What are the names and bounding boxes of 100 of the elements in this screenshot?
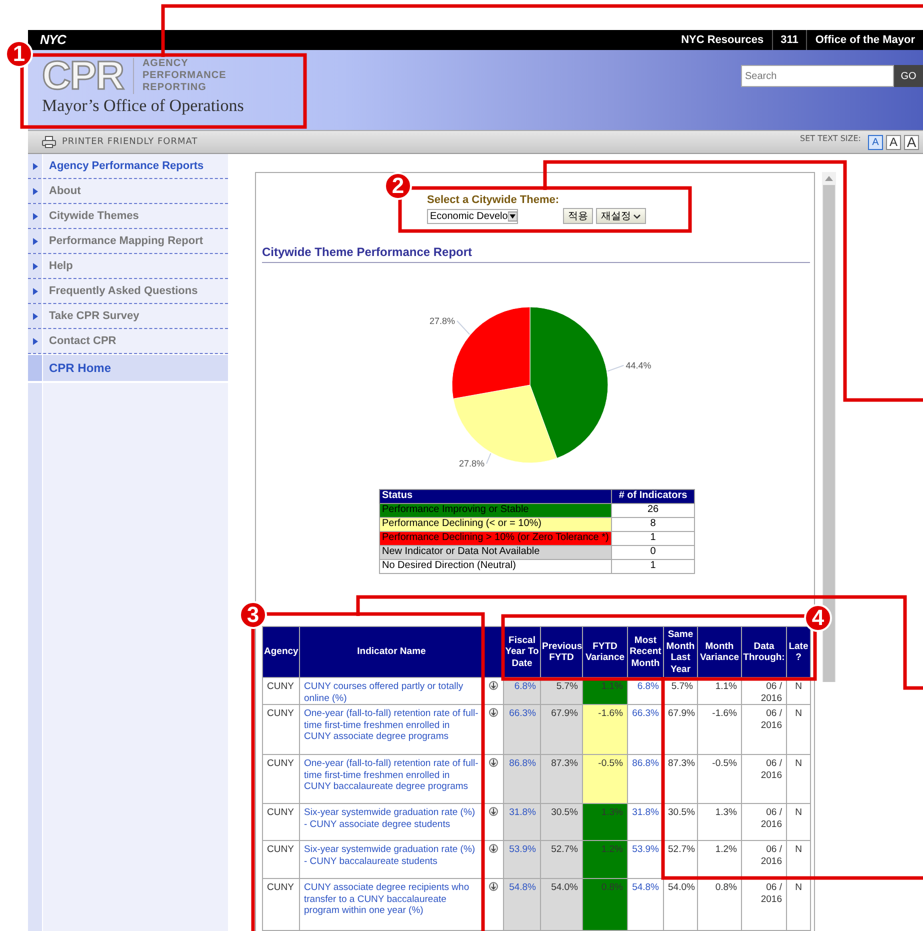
table-cell: 06 / 2016	[742, 878, 786, 930]
table-header: Status	[380, 489, 612, 504]
text-size-button[interactable]: A	[904, 134, 919, 150]
text-size-button[interactable]: A	[868, 134, 883, 150]
value-link[interactable]: 31.8%	[504, 804, 540, 840]
sidebar-item[interactable]: Frequently Asked Questions	[28, 279, 228, 304]
count-cell: 26	[612, 503, 694, 518]
data-label: 27.8%	[430, 316, 456, 326]
callout-number: 3	[239, 601, 267, 629]
circle-arrow-icon[interactable]	[489, 882, 498, 891]
text-size-label: SET TEXT SIZE:	[800, 134, 861, 142]
sidebar-item[interactable]: Agency Performance Reports	[28, 154, 228, 179]
circle-arrow-icon[interactable]	[489, 708, 498, 717]
chevron-down-icon	[633, 214, 641, 218]
data-label: 44.4%	[626, 360, 652, 370]
table-cell: -1.6%	[698, 704, 742, 754]
column-header: Indicator Name	[300, 626, 484, 678]
reset-button[interactable]: 재설정	[596, 208, 646, 224]
arrow-icon	[32, 312, 38, 320]
logo-caption: AGENCY PERFORMANCE REPORTING	[133, 58, 226, 94]
status-cell: New Indicator or Data Not Available	[380, 545, 612, 560]
table-cell: CUNY	[262, 754, 300, 804]
top-nav-link[interactable]: NYC Resources	[673, 30, 772, 50]
table-cell: CUNY	[262, 840, 300, 878]
table-cell: 67.9%	[664, 704, 698, 754]
variance-cell: 0.8%	[582, 878, 628, 930]
printer-friendly-link[interactable]: PRINTER FRIENDLY FORMAT	[28, 136, 198, 148]
arrow-icon	[32, 288, 38, 294]
status-cell: Performance Improving or Stable	[380, 503, 612, 518]
sidebar-item[interactable]: About	[28, 179, 228, 204]
status-cell: Performance Declining (< or = 10%)	[380, 517, 612, 532]
table-cell: 06 / 2016	[742, 804, 786, 840]
search-field[interactable]: Search	[741, 65, 894, 87]
table-cell: 54.0%	[540, 878, 582, 930]
leader-line	[486, 452, 492, 464]
sidebar-item[interactable]: CPR Home	[28, 354, 228, 383]
table-cell: 1.3%	[698, 804, 742, 840]
table-cell: CUNY	[262, 804, 300, 840]
table-cell: CUNY	[262, 704, 300, 754]
table-cell: CUNY	[262, 878, 300, 930]
variance-cell: 1.3%	[582, 804, 628, 840]
table-cell: 30.5%	[664, 804, 698, 840]
circle-arrow-icon[interactable]	[489, 681, 498, 690]
table-cell: N	[786, 704, 810, 754]
sidebar-item[interactable]: Help	[28, 254, 228, 279]
variance-cell: -1.6%	[582, 704, 628, 754]
table-cell: 52.7%	[540, 840, 582, 878]
table-cell: 06 / 2016	[742, 704, 786, 754]
column-header: Same Month Last Year	[664, 626, 698, 678]
table-header: # of Indicators	[612, 489, 694, 504]
arrow-icon	[32, 212, 38, 220]
circle-arrow-icon[interactable]	[489, 807, 498, 816]
arrow-icon	[32, 262, 38, 270]
dropdown-arrow-icon	[508, 210, 517, 222]
sidebar-item[interactable]: Performance Mapping Report	[28, 229, 228, 254]
column-header: Fiscal Year To Date	[504, 626, 540, 678]
table-cell: -0.5%	[698, 754, 742, 804]
leader-line	[456, 320, 470, 335]
circle-arrow-icon[interactable]	[489, 844, 498, 853]
column-header: Most Recent Month	[628, 626, 664, 678]
scrollbar[interactable]	[822, 172, 836, 682]
value-link[interactable]: 54.8%	[628, 878, 664, 930]
status-cell: No Desired Direction (Neutral)	[380, 559, 612, 574]
leader-line	[607, 364, 624, 372]
value-link[interactable]: 86.8%	[504, 754, 540, 804]
apply-button[interactable]: 적용	[563, 208, 593, 224]
data-label: 27.8%	[458, 458, 484, 469]
variance-cell: 1.2%	[582, 840, 628, 878]
table-cell: CUNY	[262, 678, 300, 704]
theme-dropdown[interactable]: Economic Develo	[427, 208, 518, 224]
arrow-icon	[32, 238, 38, 244]
text-size-button[interactable]: A	[886, 134, 901, 150]
arrow-icon	[32, 188, 38, 194]
column-header: Late ?	[786, 626, 810, 678]
nyc-logo[interactable]: NYC	[40, 33, 66, 47]
count-cell: 1	[612, 531, 694, 546]
sidebar-item[interactable]: Take CPR Survey	[28, 304, 228, 329]
status-cell: Performance Declining > 10% (or Zero Tolerance *)	[380, 531, 612, 546]
table-cell: 87.3%	[664, 754, 698, 804]
table-cell: 0.8%	[698, 878, 742, 930]
variance-cell: -0.5%	[582, 754, 628, 804]
sidebar-item[interactable]: Citywide Themes	[28, 204, 228, 229]
value-link[interactable]: 66.3%	[504, 704, 540, 754]
value-link[interactable]: 53.9%	[504, 840, 540, 878]
callout-number: 1	[5, 40, 33, 68]
count-cell: 1	[612, 559, 694, 574]
circle-arrow-icon[interactable]	[489, 758, 498, 767]
column-header: Data Through:	[742, 626, 786, 678]
sidebar-item[interactable]: Contact CPR	[28, 329, 228, 354]
column-header: Agency	[262, 626, 300, 678]
table-cell: N	[786, 878, 810, 930]
site-subtitle: Mayor’s Office of Operations	[42, 96, 244, 116]
value-link[interactable]: 54.8%	[504, 878, 540, 930]
count-cell: 0	[612, 545, 694, 560]
go-button[interactable]: GO	[894, 65, 923, 87]
scrollbar-thumb[interactable]	[823, 185, 835, 682]
table-cell: N	[786, 754, 810, 804]
table-cell: 54.0%	[664, 878, 698, 930]
table-cell: N	[786, 804, 810, 840]
column-header: FYTD Variance	[582, 626, 628, 678]
